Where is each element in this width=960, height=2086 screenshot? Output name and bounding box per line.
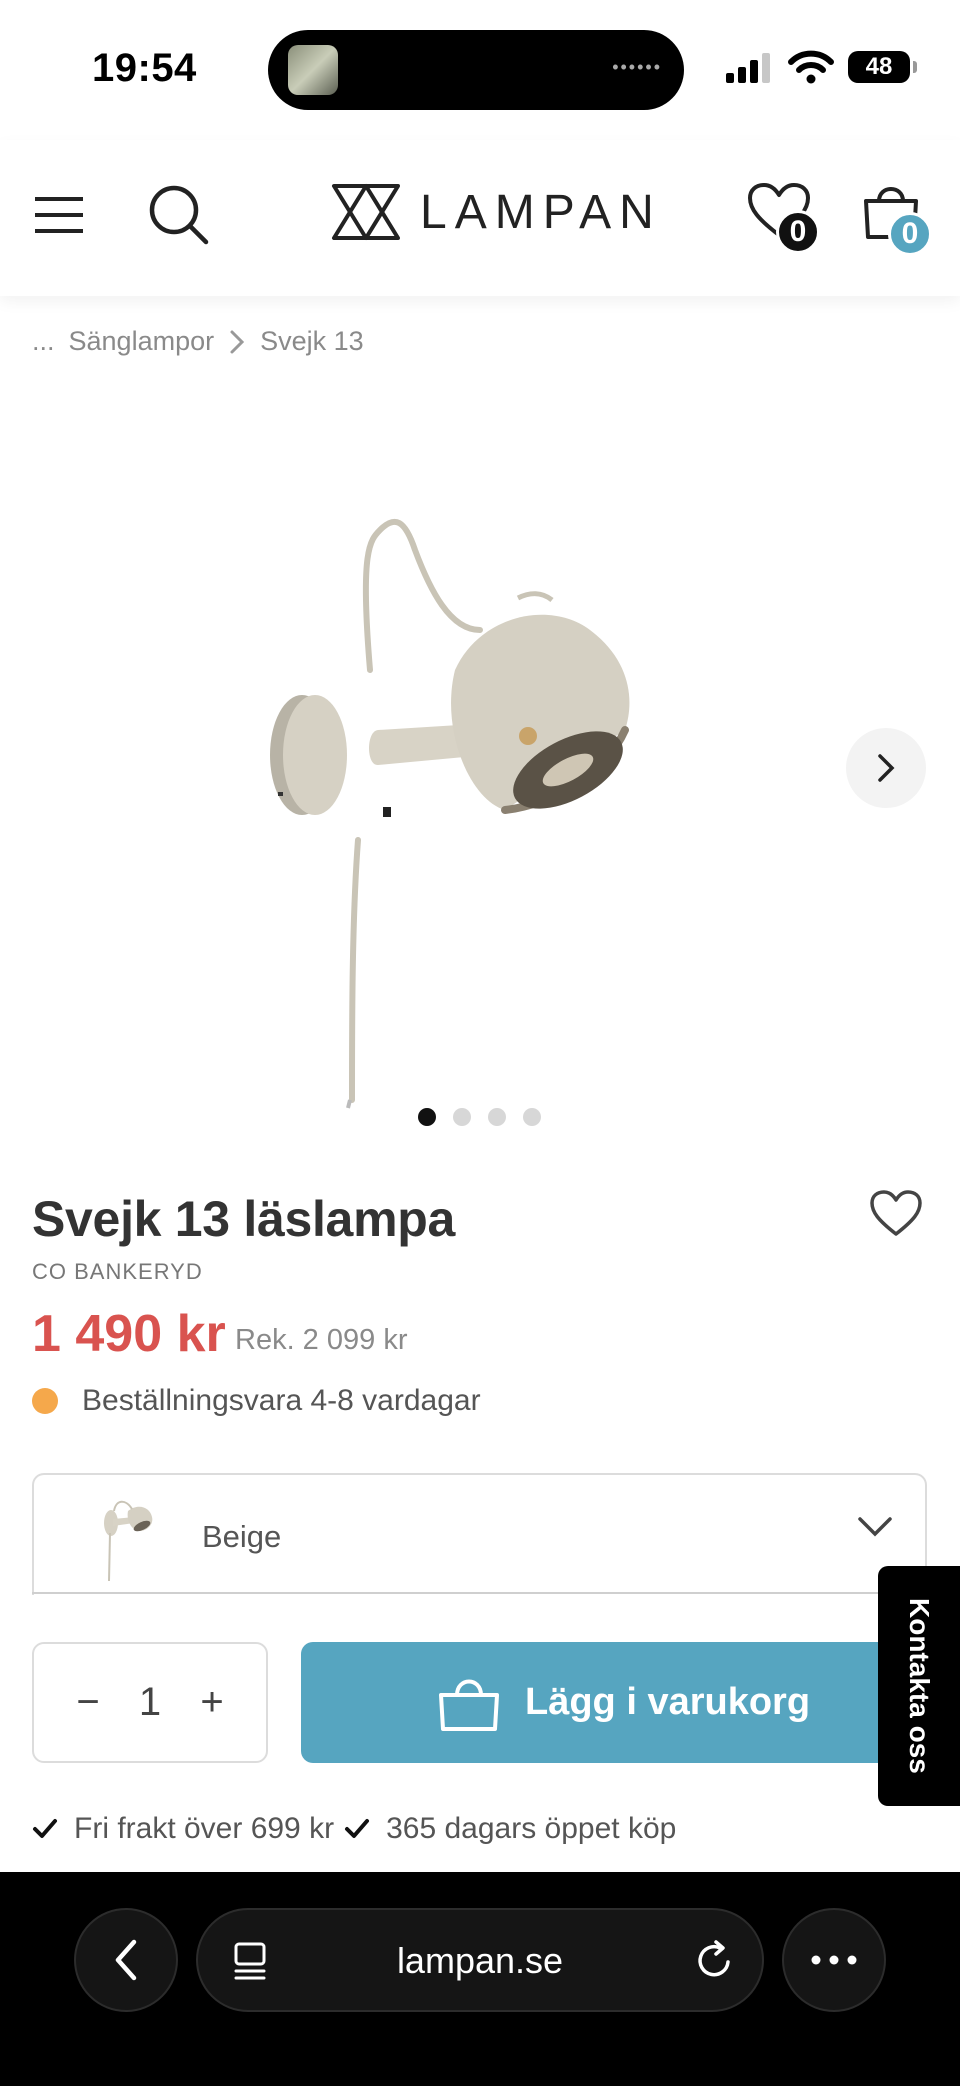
more-icon bbox=[811, 1955, 857, 1965]
site-logo[interactable]: LAMPAN bbox=[330, 182, 662, 242]
product-image[interactable] bbox=[180, 400, 780, 1120]
shopping-bag-icon bbox=[439, 1679, 499, 1731]
variant-selected-label: Beige bbox=[202, 1519, 282, 1554]
usp-text: Fri frakt över 699 kr bbox=[74, 1812, 335, 1845]
add-to-cart-label: Lägg i varukorg bbox=[525, 1681, 811, 1723]
status-time: 19:54 bbox=[92, 46, 197, 90]
chevron-right-icon bbox=[878, 754, 895, 782]
address-bar[interactable]: lampan.se bbox=[196, 1908, 764, 2012]
dynamic-island: •••••• bbox=[268, 30, 684, 110]
gallery-next-button[interactable] bbox=[846, 728, 926, 808]
gallery-dot[interactable] bbox=[453, 1108, 471, 1126]
gallery-pagination bbox=[418, 1108, 541, 1126]
menu-button[interactable] bbox=[24, 180, 94, 250]
quantity-decrease-button[interactable]: − bbox=[70, 1680, 106, 1725]
add-to-cart-button[interactable]: Lägg i varukorg bbox=[301, 1642, 941, 1763]
check-icon bbox=[33, 1819, 57, 1838]
usp-item: 365 dagars öppet köp bbox=[344, 1812, 676, 1846]
site-header: LAMPAN 0 0 bbox=[0, 140, 960, 296]
gallery-dot[interactable] bbox=[523, 1108, 541, 1126]
logo-text: LAMPAN bbox=[420, 185, 662, 239]
hamburger-icon bbox=[35, 197, 83, 233]
stock-status-dot bbox=[32, 1388, 58, 1414]
quantity-value[interactable]: 1 bbox=[139, 1680, 161, 1725]
gallery-dot[interactable] bbox=[418, 1108, 436, 1126]
gallery-dot[interactable] bbox=[488, 1108, 506, 1126]
reload-icon[interactable] bbox=[694, 1938, 736, 1982]
usp-list: Fri frakt över 699 kr 365 dagars öppet k… bbox=[32, 1812, 686, 1846]
stock-status-text: Beställningsvara 4-8 vardagar bbox=[82, 1384, 481, 1417]
wifi-icon bbox=[788, 50, 834, 84]
check-icon bbox=[345, 1819, 370, 1838]
battery-indicator: 48 bbox=[848, 51, 917, 83]
product-brand[interactable]: CO BANKERYD bbox=[32, 1259, 203, 1285]
quantity-stepper: − 1 + bbox=[32, 1642, 268, 1763]
contact-us-label: Kontakta oss bbox=[904, 1598, 935, 1774]
add-to-wishlist-heart-icon[interactable] bbox=[868, 1188, 924, 1238]
browser-toolbar: lampan.se bbox=[0, 1872, 960, 2086]
lampan-logo-icon bbox=[332, 184, 400, 240]
quantity-increase-button[interactable]: + bbox=[194, 1680, 230, 1725]
breadcrumb: ... Sänglampor Svejk 13 bbox=[32, 326, 364, 357]
wishlist-count-badge: 0 bbox=[776, 210, 820, 254]
island-dots: •••••• bbox=[612, 57, 662, 77]
variant-thumbnail bbox=[104, 1500, 153, 1582]
wishlist-button[interactable]: 0 bbox=[744, 176, 820, 254]
chevron-right-icon bbox=[230, 330, 245, 353]
breadcrumb-ellipsis[interactable]: ... bbox=[32, 326, 55, 357]
status-icons: 48 bbox=[724, 50, 917, 84]
product-price: 1 490 kr bbox=[32, 1305, 226, 1363]
chevron-left-icon bbox=[115, 1939, 137, 1981]
cart-button[interactable]: 0 bbox=[856, 176, 932, 256]
search-icon bbox=[149, 185, 209, 245]
stock-status: Beställningsvara 4-8 vardagar bbox=[32, 1384, 481, 1418]
contact-us-tab[interactable]: Kontakta oss bbox=[878, 1566, 960, 1806]
variant-select[interactable]: Beige bbox=[32, 1473, 927, 1595]
now-playing-thumbnail bbox=[288, 45, 338, 95]
variant-select-underline bbox=[32, 1592, 927, 1594]
breadcrumb-current: Svejk 13 bbox=[260, 326, 364, 356]
address-bar-url: lampan.se bbox=[396, 1940, 564, 1981]
browser-more-button[interactable] bbox=[782, 1908, 886, 2012]
recommended-price: Rek. 2 099 kr bbox=[235, 1324, 408, 1356]
chevron-down-icon bbox=[858, 1517, 892, 1537]
product-title: Svejk 13 läslampa bbox=[32, 1191, 455, 1247]
browser-back-button[interactable] bbox=[74, 1908, 178, 2012]
cart-count-badge: 0 bbox=[888, 212, 932, 256]
status-bar: 19:54 •••••• 48 bbox=[0, 0, 960, 140]
breadcrumb-category[interactable]: Sänglampor bbox=[69, 326, 215, 357]
usp-item: Fri frakt över 699 kr bbox=[32, 1812, 334, 1846]
signal-icon bbox=[726, 53, 770, 83]
search-button[interactable] bbox=[144, 180, 214, 250]
usp-text: 365 dagars öppet köp bbox=[386, 1812, 677, 1845]
